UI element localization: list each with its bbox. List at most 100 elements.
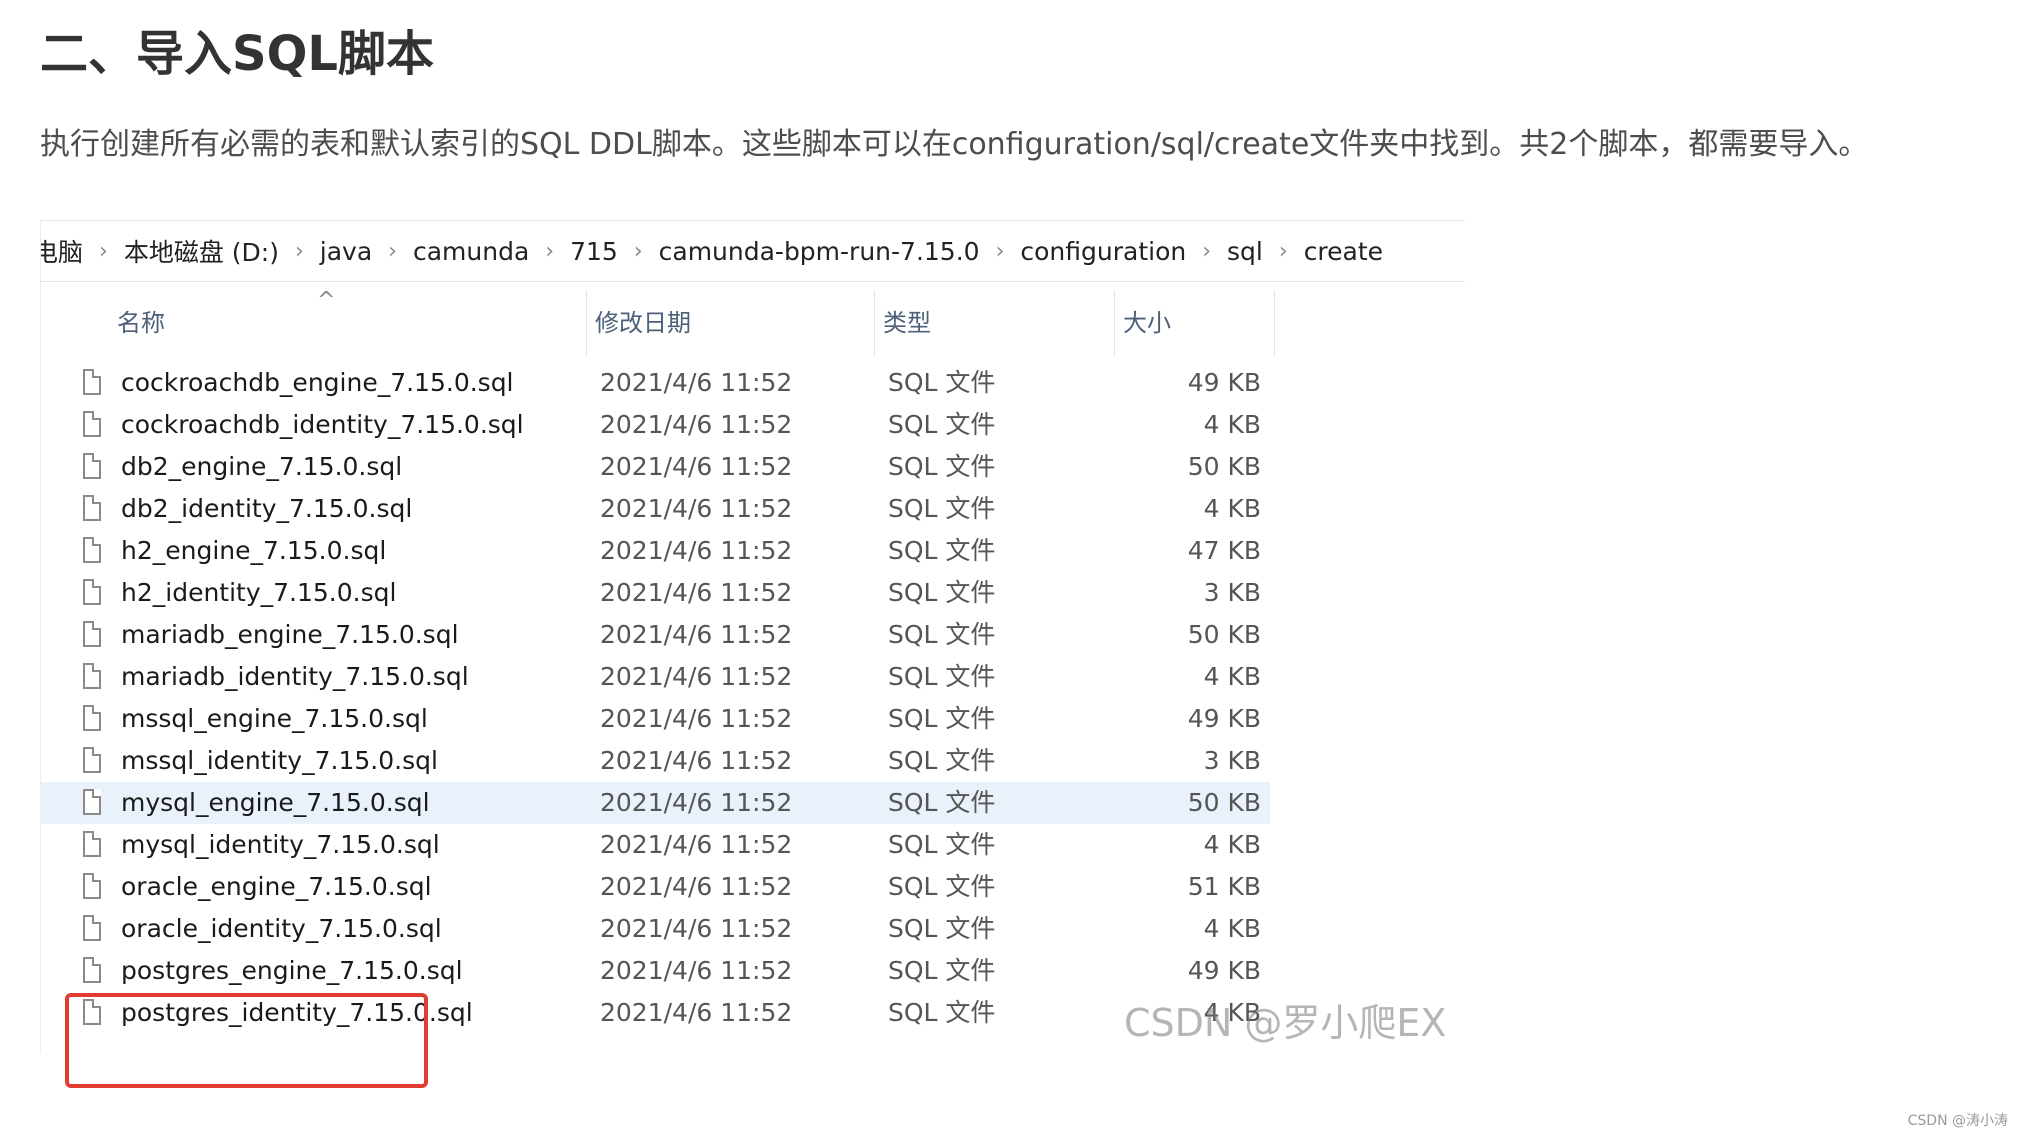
breadcrumb-item[interactable]: configuration bbox=[1018, 237, 1188, 266]
file-row[interactable]: mssql_engine_7.15.0.sql 2021/4/6 11:52 SQL… bbox=[41, 698, 1465, 740]
file-type: SQL 文件 bbox=[888, 872, 996, 901]
file-icon bbox=[83, 453, 101, 479]
file-type: SQL 文件 bbox=[888, 662, 996, 691]
file-row[interactable]: db2_identity_7.15.0.sql 2021/4/6 11:52 SQL… bbox=[41, 488, 1465, 530]
file-icon bbox=[83, 999, 101, 1025]
file-row[interactable]: cockroachdb_identity_7.15.0.sql 2021/4/6 … bbox=[41, 404, 1465, 446]
article-intro: 执行创建所有必需的表和默认索引的SQL DDL脚本。这些脚本可以在configu… bbox=[40, 127, 1869, 162]
file-name: cockroachdb_engine_7.15.0.sql bbox=[121, 368, 514, 397]
file-date: 2021/4/6 11:52 bbox=[600, 956, 793, 985]
file-type: SQL 文件 bbox=[888, 452, 996, 481]
file-type: SQL 文件 bbox=[888, 368, 996, 397]
file-name: cockroachdb_identity_7.15.0.sql bbox=[121, 410, 524, 439]
file-name: postgres_engine_7.15.0.sql bbox=[121, 956, 463, 985]
file-icon bbox=[83, 705, 101, 731]
article-heading: 二、导入SQL脚本 bbox=[40, 26, 434, 82]
file-type: SQL 文件 bbox=[888, 998, 996, 1027]
file-row[interactable]: mysql_identity_7.15.0.sql 2021/4/6 11:52 S… bbox=[41, 824, 1465, 866]
breadcrumb-separator-icon: › bbox=[1278, 238, 1288, 264]
breadcrumb-item[interactable]: 本地磁盘 (D:) bbox=[122, 233, 281, 269]
file-name: oracle_identity_7.15.0.sql bbox=[121, 914, 442, 943]
file-name: mssql_engine_7.15.0.sql bbox=[121, 704, 428, 733]
breadcrumb-item[interactable]: camunda-bpm-run-7.15.0 bbox=[657, 237, 982, 266]
column-header-size[interactable]: 大小 bbox=[1115, 290, 1275, 356]
file-type: SQL 文件 bbox=[888, 956, 996, 985]
file-type: SQL 文件 bbox=[888, 746, 996, 775]
file-icon bbox=[83, 369, 101, 395]
file-type: SQL 文件 bbox=[888, 578, 996, 607]
file-name: postgres_identity_7.15.0.sql bbox=[121, 998, 473, 1027]
file-size: 4 KB bbox=[1203, 914, 1261, 943]
file-size: 4 KB bbox=[1203, 410, 1261, 439]
file-icon bbox=[83, 537, 101, 563]
file-row[interactable]: oracle_engine_7.15.0.sql 2021/4/6 11:52 SQ… bbox=[41, 866, 1465, 908]
file-type: SQL 文件 bbox=[888, 620, 996, 649]
file-size: 3 KB bbox=[1203, 578, 1261, 607]
breadcrumb-item[interactable]: 电脑 bbox=[41, 233, 85, 269]
file-icon bbox=[83, 747, 101, 773]
file-date: 2021/4/6 11:52 bbox=[600, 872, 793, 901]
file-icon bbox=[83, 789, 101, 815]
file-icon bbox=[83, 957, 101, 983]
file-size: 4 KB bbox=[1203, 494, 1261, 523]
breadcrumb-separator-icon: › bbox=[99, 238, 108, 264]
file-icon bbox=[83, 831, 101, 857]
breadcrumb-separator-icon: › bbox=[1202, 238, 1212, 264]
file-type: SQL 文件 bbox=[888, 536, 996, 565]
column-header-date[interactable]: 修改日期 bbox=[587, 290, 875, 356]
file-row[interactable]: oracle_identity_7.15.0.sql 2021/4/6 11:52… bbox=[41, 908, 1465, 950]
file-name: mariadb_engine_7.15.0.sql bbox=[121, 620, 459, 649]
file-type: SQL 文件 bbox=[888, 788, 996, 817]
file-size: 51 KB bbox=[1187, 872, 1261, 901]
file-name: db2_engine_7.15.0.sql bbox=[121, 452, 403, 481]
file-name: mysql_engine_7.15.0.sql bbox=[121, 788, 430, 817]
breadcrumb-item[interactable]: camunda bbox=[411, 237, 531, 266]
file-size: 49 KB bbox=[1187, 704, 1261, 733]
file-date: 2021/4/6 11:52 bbox=[600, 536, 793, 565]
sort-ascending-icon: ^ bbox=[317, 288, 336, 313]
breadcrumb: 电脑 › 本地磁盘 (D:) › java › camunda › 715 › camunda-bp… bbox=[41, 220, 1465, 282]
file-size: 49 KB bbox=[1187, 956, 1261, 985]
file-type: SQL 文件 bbox=[888, 494, 996, 523]
file-date: 2021/4/6 11:52 bbox=[600, 410, 793, 439]
file-row[interactable]: db2_engine_7.15.0.sql 2021/4/6 11:52 SQL 文… bbox=[41, 446, 1465, 488]
breadcrumb-separator-icon: › bbox=[294, 238, 304, 264]
file-type: SQL 文件 bbox=[888, 830, 996, 859]
file-date: 2021/4/6 11:52 bbox=[600, 368, 793, 397]
watermark: CSDN @罗小爬EX bbox=[1124, 1001, 1447, 1045]
file-icon bbox=[83, 579, 101, 605]
breadcrumb-item[interactable]: 715 bbox=[568, 237, 620, 266]
file-date: 2021/4/6 11:52 bbox=[600, 746, 793, 775]
file-date: 2021/4/6 11:52 bbox=[600, 494, 793, 523]
file-size: 47 KB bbox=[1187, 536, 1261, 565]
file-icon bbox=[83, 915, 101, 941]
breadcrumb-item[interactable]: java bbox=[318, 237, 374, 266]
file-row[interactable]: mysql_engine_7.15.0.sql 2021/4/6 11:52 SQL… bbox=[41, 782, 1270, 824]
column-header-type[interactable]: 类型 bbox=[875, 290, 1115, 356]
file-row[interactable]: mariadb_identity_7.15.0.sql 2021/4/6 11:5… bbox=[41, 656, 1465, 698]
file-row[interactable]: mssql_identity_7.15.0.sql 2021/4/6 11:52 S… bbox=[41, 740, 1465, 782]
file-row[interactable]: cockroachdb_engine_7.15.0.sql 2021/4/6 11… bbox=[41, 362, 1465, 404]
file-date: 2021/4/6 11:52 bbox=[600, 830, 793, 859]
file-type: SQL 文件 bbox=[888, 410, 996, 439]
file-date: 2021/4/6 11:52 bbox=[600, 788, 793, 817]
file-date: 2021/4/6 11:52 bbox=[600, 914, 793, 943]
file-size: 50 KB bbox=[1187, 452, 1261, 481]
breadcrumb-item[interactable]: create bbox=[1302, 237, 1385, 266]
file-row[interactable]: h2_identity_7.15.0.sql 2021/4/6 11:52 SQL … bbox=[41, 572, 1465, 614]
file-type: SQL 文件 bbox=[888, 914, 996, 943]
breadcrumb-item[interactable]: sql bbox=[1225, 237, 1265, 266]
file-name: oracle_engine_7.15.0.sql bbox=[121, 872, 432, 901]
file-name: mysql_identity_7.15.0.sql bbox=[121, 830, 440, 859]
file-date: 2021/4/6 11:52 bbox=[600, 452, 793, 481]
file-size: 4 KB bbox=[1203, 662, 1261, 691]
file-row[interactable]: mariadb_engine_7.15.0.sql 2021/4/6 11:52 S… bbox=[41, 614, 1465, 656]
file-size: 3 KB bbox=[1203, 746, 1261, 775]
file-name: mssql_identity_7.15.0.sql bbox=[121, 746, 438, 775]
file-date: 2021/4/6 11:52 bbox=[600, 662, 793, 691]
file-row[interactable]: h2_engine_7.15.0.sql 2021/4/6 11:52 SQL 文件… bbox=[41, 530, 1465, 572]
breadcrumb-separator-icon: › bbox=[633, 238, 643, 264]
credit-text: CSDN @涛小涛 bbox=[1907, 1113, 2008, 1129]
file-size: 49 KB bbox=[1187, 368, 1261, 397]
file-row[interactable]: postgres_engine_7.15.0.sql 2021/4/6 11:52… bbox=[41, 950, 1465, 992]
